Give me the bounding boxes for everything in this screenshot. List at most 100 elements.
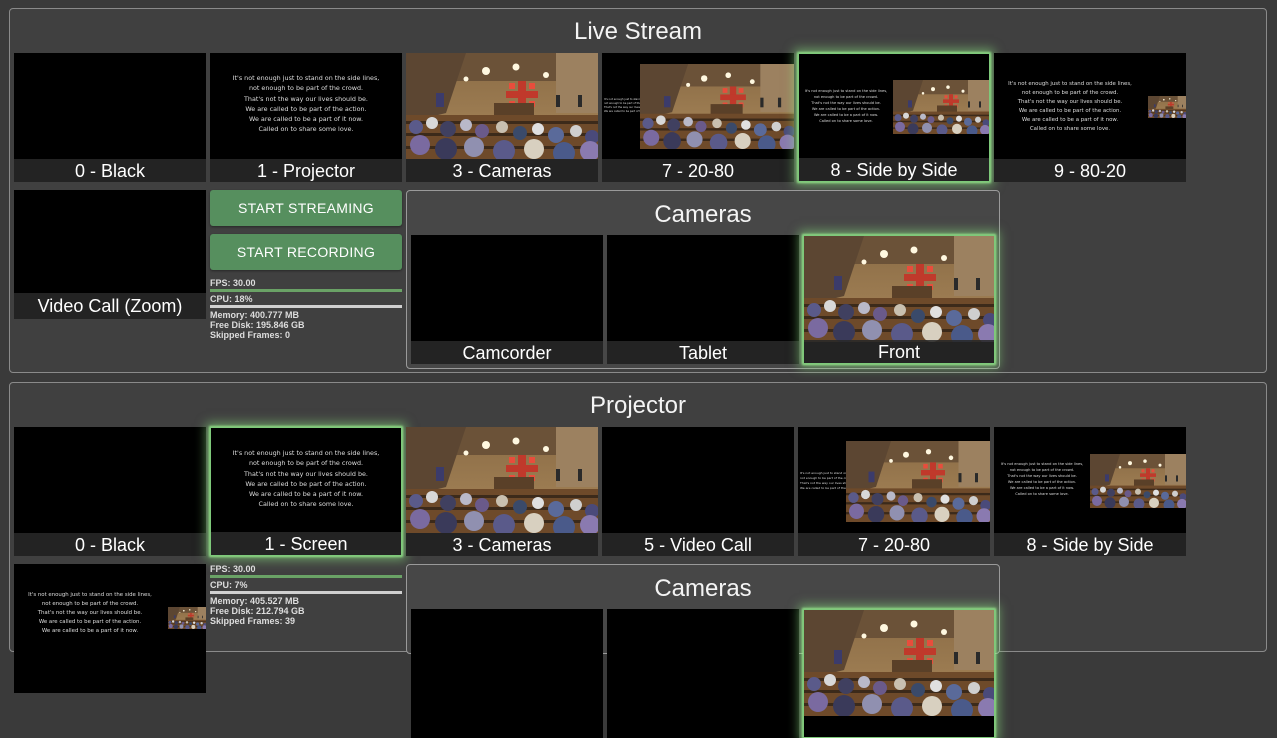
lyric-line: We are called to be part of the action.	[245, 479, 367, 488]
scene-tile-0-black[interactable]: 0 - Black	[14, 53, 206, 182]
scene-tile-8-side-by-side[interactable]: It's not enough just to stand on the sid…	[798, 53, 990, 182]
projector-tile-5-video-call[interactable]: 5 - Video Call	[602, 427, 794, 556]
fps-bar	[210, 575, 402, 578]
lyrics-preview: It's not enough just to stand on the sid…	[14, 591, 166, 636]
lyrics-preview-small: It's not enough just to stand on the sid…	[800, 471, 869, 491]
scene-tile-3-cameras[interactable]: 3 - Cameras	[406, 53, 598, 182]
camera-feed-image	[640, 64, 794, 149]
camera-tile-tablet[interactable]: Tablet	[607, 235, 799, 364]
fps-readout: FPS: 30.00	[210, 278, 256, 288]
projector-camera-tile-front[interactable]	[803, 609, 995, 738]
projector-tile-1-screen[interactable]: It's not enough just to stand on the sid…	[210, 427, 402, 556]
free-disk-readout: Free Disk: 195.846 GB	[210, 320, 305, 330]
projector-tile-0-black[interactable]: 0 - Black	[14, 427, 206, 556]
scene-label: 7 - 20-80	[798, 533, 990, 556]
scene-label: 1 - Projector	[210, 159, 402, 182]
camera-feed-image	[1090, 454, 1186, 508]
scene-label: 0 - Black	[14, 159, 206, 182]
camera-label: Tablet	[607, 341, 799, 364]
lyric-line: Called on to share some love.	[1029, 126, 1111, 132]
camera-feed-image	[846, 441, 990, 522]
lyric-line: We are called to be a part of it now.	[249, 490, 363, 499]
cpu-bar	[210, 305, 402, 308]
lyrics-preview-small: It's not enough just to stand on the sid…	[604, 98, 664, 114]
lyric-line: Called on to share some love.	[819, 119, 873, 123]
projector-tile-9-80-20[interactable]: It's not enough just to stand on the sid…	[14, 564, 206, 693]
lyric-line: That's not the way our lives should be.	[244, 469, 368, 478]
lyric-line: It's not enough just to stand on the sid…	[232, 449, 380, 457]
projector-tile-3-cameras[interactable]: 3 - Cameras	[406, 427, 598, 556]
camera-tile-front[interactable]: Front	[803, 235, 995, 364]
start-streaming-button[interactable]: START STREAMING	[210, 190, 402, 226]
live-stream-title: Live Stream	[573, 18, 703, 45]
lyrics-preview-small: It's not enough just to stand on the sid…	[998, 461, 1086, 497]
free-disk-readout: Free Disk: 212.794 GB	[210, 606, 305, 616]
memory-readout: Memory: 405.527 MB	[210, 596, 300, 606]
lyric-line: We are called to be part of the action.	[38, 619, 142, 625]
projector-camera-tile-camcorder[interactable]	[411, 609, 603, 738]
start-recording-button[interactable]: START RECORDING	[210, 234, 402, 270]
video-call-tile[interactable]: Video Call (Zoom)	[14, 190, 206, 319]
lyric-line: We are called to be part of the action.	[1018, 108, 1122, 114]
scene-label: 3 - Cameras	[406, 533, 598, 556]
lyric-line: Called on to share some love.	[258, 125, 354, 134]
scene-label: 3 - Cameras	[406, 159, 598, 182]
camera-feed-image	[406, 427, 598, 533]
fps-bar	[210, 289, 402, 292]
lyrics-preview-small: It's not enough just to stand on the sid…	[803, 88, 889, 124]
camera-feed-image	[804, 610, 994, 716]
lyric-line: That's not the way our lives should be.	[1017, 99, 1123, 105]
lyric-line: It's not enough just to stand on the sid…	[28, 592, 152, 598]
projector-tile-7-20-80[interactable]: It's not enough just to stand on the sid…	[798, 427, 990, 556]
lyric-line: We are called to be part of the action.	[800, 486, 857, 490]
cpu-readout: CPU: 18%	[210, 294, 253, 304]
camera-feed-image	[406, 53, 598, 159]
cpu-bar	[210, 591, 402, 594]
skipped-frames-readout: Skipped Frames: 39	[210, 616, 296, 626]
projector-stats: FPS: 30.00 CPU: 7% Memory: 405.527 MB Fr…	[210, 564, 402, 626]
scene-tile-7-20-80[interactable]: It's not enough just to stand on the sid…	[602, 53, 794, 182]
lyric-line: We are called to be a part of it now.	[41, 628, 139, 634]
lyric-line: It's not enough just to stand on the sid…	[232, 74, 380, 82]
cpu-readout: CPU: 7%	[210, 580, 248, 590]
lyric-line: Called on to share some love.	[1015, 492, 1069, 496]
scene-label: 7 - 20-80	[602, 159, 794, 182]
lyric-line: Called on to share some love.	[258, 500, 354, 509]
skipped-frames-readout: Skipped Frames: 0	[210, 330, 291, 340]
video-call-label: Video Call (Zoom)	[14, 293, 206, 319]
projector-tile-8-side-by-side[interactable]: It's not enough just to stand on the sid…	[994, 427, 1186, 556]
lyric-line: We are called to be part of the action.	[245, 104, 367, 113]
lyric-line: It's not enough just to stand on the sid…	[1008, 81, 1132, 87]
scene-label: 0 - Black	[14, 533, 206, 556]
scene-tile-1-projector[interactable]: It's not enough just to stand on the sid…	[210, 53, 402, 182]
camera-tile-camcorder[interactable]: Camcorder	[411, 235, 603, 364]
lyric-line: not enough to be part of the crowd.	[41, 601, 139, 607]
lyric-line: That's not the way our lives should be.	[244, 94, 368, 103]
lyric-line: not enough to be part of the crowd.	[248, 459, 364, 468]
camera-label: Front	[804, 340, 994, 363]
fps-readout: FPS: 30.00	[210, 564, 256, 574]
lyric-line: We are called to be part of the action.	[604, 110, 654, 113]
live-stream-stats: FPS: 30.00 CPU: 18% Memory: 400.777 MB F…	[210, 278, 402, 340]
camera-feed-image	[1148, 96, 1186, 118]
scene-label: 1 - Screen	[211, 532, 401, 555]
projector-title: Projector	[589, 392, 687, 419]
lyric-line: We are called to be a part of it now.	[1021, 117, 1119, 123]
lyric-line: not enough to be part of the crowd.	[1021, 90, 1119, 96]
lyrics-preview: It's not enough just to stand on the sid…	[211, 448, 401, 510]
lyric-line: We are called to be a part of it now.	[249, 115, 363, 124]
scene-tile-9-80-20[interactable]: It's not enough just to stand on the sid…	[994, 53, 1186, 182]
camera-feed-image	[804, 236, 994, 342]
scene-label: 9 - 80-20	[994, 159, 1186, 182]
projector-camera-tile-tablet[interactable]	[607, 609, 799, 738]
cameras-title: Cameras	[654, 575, 752, 602]
lyric-line: That's not the way our lives should be.	[37, 610, 143, 616]
scene-label: 5 - Video Call	[602, 533, 794, 556]
cameras-title: Cameras	[654, 201, 752, 228]
lyrics-preview: It's not enough just to stand on the sid…	[994, 80, 1146, 134]
lyrics-preview: It's not enough just to stand on the sid…	[210, 73, 402, 135]
camera-label: Camcorder	[411, 341, 603, 364]
camera-feed-image	[168, 607, 206, 629]
camera-feed-image	[893, 80, 989, 134]
lyric-line: not enough to be part of the crowd.	[248, 84, 364, 93]
